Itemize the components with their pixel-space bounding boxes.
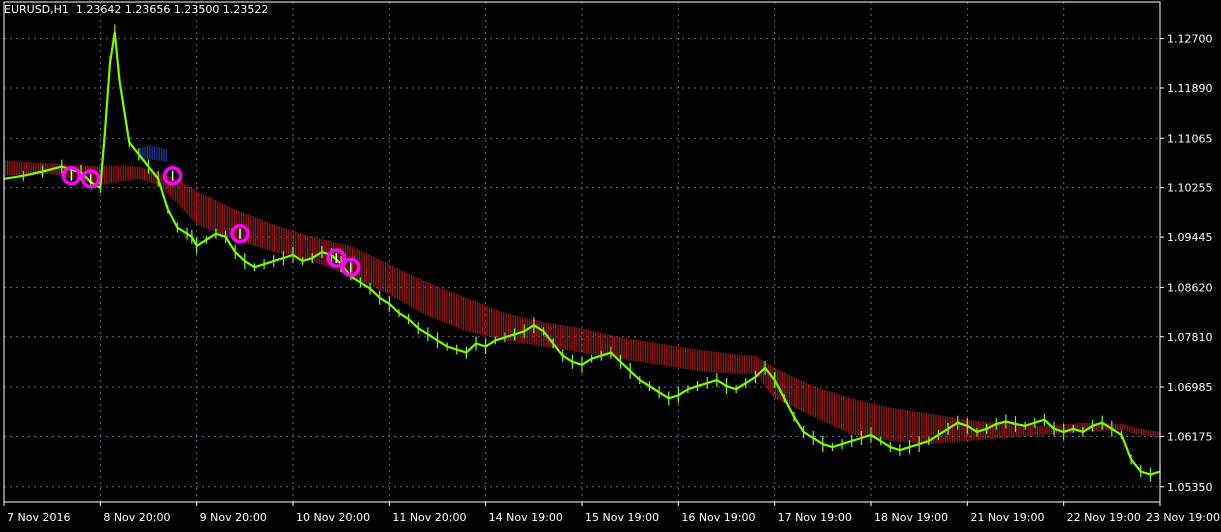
high-value: 1.23656 xyxy=(124,3,171,16)
y-tick-label: 1.08620 xyxy=(1167,281,1213,294)
y-tick-label: 1.06985 xyxy=(1167,381,1213,394)
x-tick-label: 14 Nov 19:00 xyxy=(489,511,563,524)
x-tick-label: 21 Nov 19:00 xyxy=(970,511,1044,524)
x-tick-label: 7 Nov 2016 xyxy=(7,511,70,524)
symbol-header: EURUSD,H1 1.23642 1.23656 1.23500 1.2352… xyxy=(4,3,268,16)
y-tick-label: 1.11890 xyxy=(1167,82,1213,95)
x-tick-label: 17 Nov 19:00 xyxy=(778,511,852,524)
low-value: 1.23500 xyxy=(173,3,220,16)
price-chart[interactable]: 1.12700 1.11890 1.11065 1.10255 1.09445 1.086… xyxy=(0,0,1221,528)
x-tick-label: 23 Nov 19:00 xyxy=(1146,511,1220,524)
chart-canvas[interactable]: 1.12700 1.11890 1.11065 1.10255 1.09445 1.086… xyxy=(0,0,1221,528)
x-tick-label: 22 Nov 19:00 xyxy=(1067,511,1141,524)
symbol-label: EURUSD,H1 xyxy=(4,3,69,16)
x-tick-label: 16 Nov 19:00 xyxy=(681,511,755,524)
x-tick-label: 15 Nov 19:00 xyxy=(585,511,659,524)
x-tick-label: 9 Nov 20:00 xyxy=(200,511,267,524)
y-tick-label: 1.10255 xyxy=(1167,182,1213,195)
x-tick-label: 18 Nov 19:00 xyxy=(874,511,948,524)
y-tick-label: 1.06175 xyxy=(1167,430,1213,443)
y-tick-label: 1.09445 xyxy=(1167,231,1213,244)
y-tick-label: 1.05350 xyxy=(1167,481,1213,494)
x-tick-label: 8 Nov 20:00 xyxy=(103,511,170,524)
y-tick-label: 1.11065 xyxy=(1167,132,1213,145)
x-tick-label: 10 Nov 20:00 xyxy=(296,511,370,524)
chart-background xyxy=(0,0,1221,528)
close-value: 1.23522 xyxy=(222,3,269,16)
open-value: 1.23642 xyxy=(75,3,122,16)
y-tick-label: 1.12700 xyxy=(1167,33,1213,46)
y-tick-label: 1.07810 xyxy=(1167,331,1213,344)
x-tick-label: 11 Nov 20:00 xyxy=(392,511,466,524)
